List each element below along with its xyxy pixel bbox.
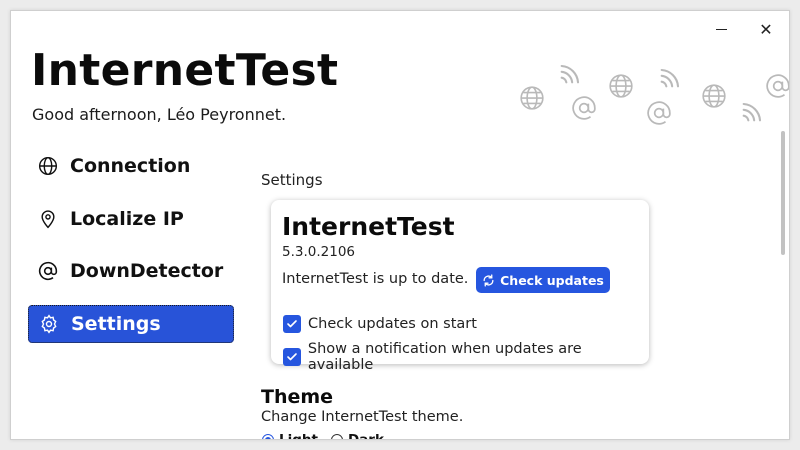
globe-icon xyxy=(520,86,544,110)
checkbox-label: Show a notification when updates are ava… xyxy=(307,341,582,373)
sidebar-item-connection[interactable]: Connection xyxy=(28,147,234,185)
checkmark-icon xyxy=(287,320,297,328)
sidebar-item-label: Localize IP xyxy=(70,208,184,230)
close-button[interactable]: ✕ xyxy=(749,15,783,43)
gear-icon xyxy=(39,314,59,334)
theme-title: Theme xyxy=(261,386,334,408)
sidebar-item-label: Settings xyxy=(71,313,161,335)
app-title: InternetTest xyxy=(31,45,339,96)
close-icon: ✕ xyxy=(759,19,773,39)
sidebar-item-localize-ip[interactable]: Localize IP xyxy=(28,200,234,238)
section-label: Settings xyxy=(261,171,323,189)
greeting-text: Good afternoon, Léo Peyronnet. xyxy=(32,105,287,124)
at-sign-icon xyxy=(38,261,58,281)
notify-updates-checkbox[interactable] xyxy=(283,348,301,366)
globe-icon xyxy=(38,156,58,176)
theme-options: Light Dark xyxy=(262,432,392,439)
update-card: InternetTest 5.3.0.2106 InternetTest is … xyxy=(271,200,649,373)
checkmark-icon xyxy=(287,353,297,361)
sidebar-item-settings[interactable]: Settings xyxy=(28,305,234,343)
sidebar-item-downdetector[interactable]: DownDetector xyxy=(28,252,234,290)
wifi-icon xyxy=(742,102,762,122)
sidebar-item-label: Connection xyxy=(70,155,191,177)
check-on-start-checkbox[interactable] xyxy=(283,315,301,333)
globe-icon xyxy=(609,74,633,98)
location-pin-icon xyxy=(38,209,58,229)
vertical-scrollbar[interactable] xyxy=(781,131,785,255)
wifi-icon xyxy=(660,68,680,88)
globe-icon xyxy=(702,84,726,108)
at-sign-icon xyxy=(572,96,596,120)
update-status-text: InternetTest is up to date. xyxy=(282,271,469,287)
theme-description: Change InternetTest theme. xyxy=(261,409,464,425)
sidebar-item-label: DownDetector xyxy=(70,260,224,282)
card-title: InternetTest xyxy=(282,212,455,241)
refresh-icon xyxy=(483,273,494,287)
checkbox-label: Check updates on start xyxy=(308,316,477,332)
version-text: 5.3.0.2106 xyxy=(282,244,355,260)
wifi-icon xyxy=(560,64,580,84)
decorative-icons xyxy=(501,45,789,125)
notify-updates-checkbox-row[interactable]: Show a notification when updates are ava… xyxy=(283,341,649,373)
at-sign-icon xyxy=(647,101,671,125)
theme-dark-radio[interactable] xyxy=(330,434,343,439)
theme-light-label[interactable]: Light xyxy=(279,432,318,439)
theme-light-radio[interactable] xyxy=(262,434,274,439)
app-window: ✕ InternetTest Good afternoon, Léo Peyro… xyxy=(10,10,790,440)
minimize-button[interactable] xyxy=(704,15,738,43)
theme-dark-label[interactable]: Dark xyxy=(348,432,384,439)
minimize-icon xyxy=(715,28,727,30)
check-updates-button[interactable]: Check updates xyxy=(476,267,610,293)
at-sign-icon xyxy=(766,74,789,98)
check-on-start-checkbox-row[interactable]: Check updates on start xyxy=(283,315,477,333)
check-updates-label: Check updates xyxy=(500,272,604,288)
